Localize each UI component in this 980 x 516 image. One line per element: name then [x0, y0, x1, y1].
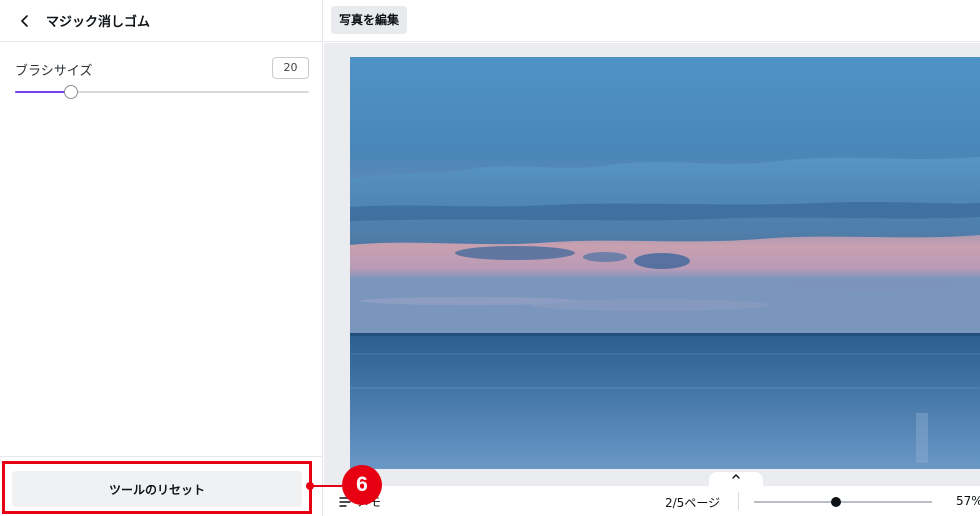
slider-fill	[15, 91, 71, 93]
divider	[738, 492, 739, 510]
zoom-value[interactable]: 57%	[956, 494, 980, 508]
back-button[interactable]	[8, 4, 42, 38]
panel-title: マジック消しゴム	[46, 15, 151, 30]
zoom-track	[754, 501, 932, 503]
panel-footer: ツールのリセット	[0, 456, 323, 516]
chevron-left-icon	[21, 14, 28, 27]
magic-eraser-editor: マジック消しゴム ブラシサイズ 20 ツールのリセット 写真を編集 2/5ページ…	[0, 0, 980, 516]
panel-header: マジック消しゴム	[0, 0, 323, 42]
editor-canvas	[324, 43, 980, 486]
brush-size-label: ブラシサイズ	[15, 64, 93, 79]
zoom-thumb[interactable]	[830, 497, 841, 507]
callout-line	[312, 485, 342, 487]
brush-size-slider[interactable]	[15, 84, 309, 100]
collapse-pages-button[interactable]	[709, 472, 763, 488]
bottom-bar: メモ 2/5ページ 57%	[324, 472, 980, 516]
zoom-slider[interactable]	[754, 494, 932, 510]
brush-size-row: ブラシサイズ 20	[15, 57, 309, 79]
slider-thumb[interactable]	[63, 85, 78, 99]
chevron-up-icon	[732, 474, 740, 479]
callout-number-badge: 6	[342, 465, 382, 505]
top-toolbar: 写真を編集	[324, 0, 980, 42]
seascape-photo[interactable]	[350, 57, 980, 469]
brush-size-input[interactable]: 20	[272, 57, 309, 79]
edit-photo-button[interactable]: 写真を編集	[331, 6, 408, 34]
tool-panel: マジック消しゴム ブラシサイズ 20 ツールのリセット	[0, 0, 323, 516]
reset-tool-button[interactable]: ツールのリセット	[12, 471, 302, 507]
page-indicator[interactable]: 2/5ページ	[665, 494, 720, 511]
seascape-image	[350, 57, 980, 469]
